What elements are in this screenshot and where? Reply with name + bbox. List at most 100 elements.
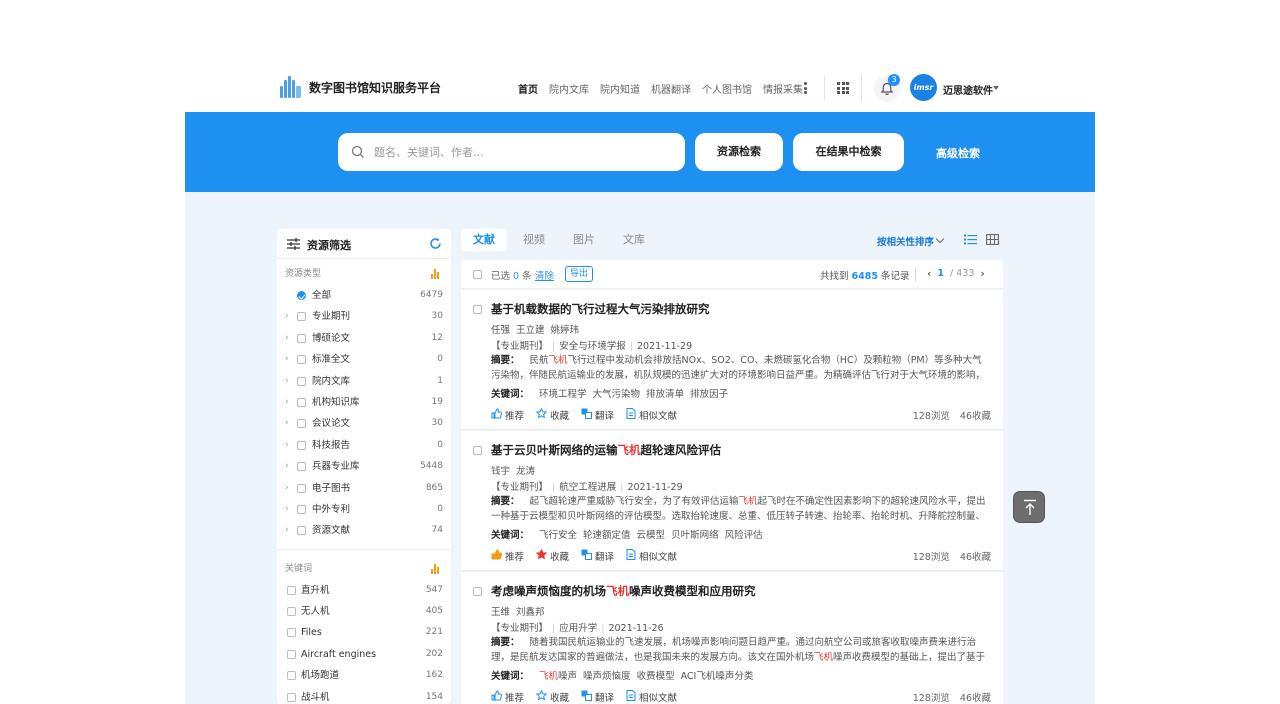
notification-button[interactable]: 3	[874, 74, 900, 102]
clear-selection-link[interactable]: 清除	[535, 268, 554, 282]
chevron-right-icon[interactable]: ›	[285, 456, 289, 477]
chevron-down-icon[interactable]	[993, 86, 999, 90]
similar-docs-button[interactable]: 相似文献	[626, 690, 677, 704]
chevron-right-icon[interactable]: ›	[285, 306, 289, 327]
nav-item-home[interactable]: 首页	[518, 81, 538, 96]
keyword-link[interactable]: 轮速额定值	[583, 530, 631, 541]
keyword-link[interactable]: 排放因子	[690, 389, 728, 400]
translate-button[interactable]: 翻译	[581, 549, 614, 563]
checkbox[interactable]	[287, 607, 296, 617]
checkbox[interactable]	[297, 504, 306, 514]
tab-documents[interactable]: 文献	[461, 229, 507, 251]
checkbox[interactable]	[287, 585, 296, 595]
result-checkbox[interactable]	[473, 446, 482, 455]
journal-name[interactable]: 应用升学	[559, 623, 597, 634]
chevron-right-icon[interactable]: ›	[285, 392, 289, 413]
next-page-icon[interactable]: ›	[980, 267, 984, 280]
bar-chart-icon[interactable]	[431, 269, 441, 279]
favorite-button[interactable]: 收藏	[535, 407, 569, 422]
keyword-link[interactable]: 飞行安全	[539, 530, 577, 541]
chevron-right-icon[interactable]: ›	[285, 478, 289, 499]
result-title[interactable]: 考虑噪声烦恼度的机场飞机噪声收费模型和应用研究	[491, 583, 756, 599]
result-checkbox[interactable]	[473, 587, 482, 596]
checkbox[interactable]	[297, 440, 306, 450]
keyword-link[interactable]: 风险评估	[725, 530, 763, 541]
keyword-link[interactable]: 排放清单	[646, 389, 684, 400]
filter-row[interactable]: › 院内文库 1	[277, 371, 451, 392]
checkbox[interactable]	[297, 333, 306, 343]
filter-row[interactable]: › 电子图书 865	[277, 478, 451, 499]
keyword-filter-row[interactable]: Aircraft engines 202	[277, 644, 451, 665]
resource-search-button[interactable]: 资源检索	[695, 133, 783, 171]
checkbox[interactable]	[297, 419, 306, 429]
keyword-link[interactable]: 噪声烦恼度	[583, 671, 631, 682]
app-grid-icon[interactable]	[837, 82, 849, 94]
tab-images[interactable]: 图片	[561, 229, 607, 251]
chevron-right-icon[interactable]: ›	[285, 413, 289, 434]
checkbox[interactable]	[297, 355, 306, 365]
tab-videos[interactable]: 视频	[511, 229, 557, 251]
avatar[interactable]: imsr	[910, 74, 937, 101]
recommend-button[interactable]: 推荐	[491, 408, 524, 422]
checkbox[interactable]	[287, 649, 296, 659]
journal-name[interactable]: 航空工程进展	[559, 482, 616, 493]
checkbox[interactable]	[297, 526, 306, 536]
translate-button[interactable]: 翻译	[581, 690, 614, 704]
translate-button[interactable]: 翻译	[581, 408, 614, 422]
keyword-filter-row[interactable]: 无人机 405	[277, 601, 451, 622]
chevron-right-icon[interactable]: ›	[285, 328, 289, 349]
search-box[interactable]	[338, 133, 685, 171]
filter-row[interactable]: › 专业期刊 30	[277, 306, 451, 327]
more-menu-icon[interactable]	[800, 80, 810, 96]
chevron-right-icon[interactable]: ›	[285, 499, 289, 520]
nav-item-intel-collection[interactable]: 情报采集	[763, 81, 803, 96]
checkbox[interactable]	[297, 376, 306, 386]
result-title[interactable]: 基于机载数据的飞行过程大气污染排放研究	[491, 301, 710, 317]
filter-row[interactable]: › 标准全文 0	[277, 349, 451, 370]
result-title[interactable]: 基于云贝叶斯网络的运输飞机超轮速风险评估	[491, 442, 721, 458]
checkbox[interactable]	[297, 462, 306, 472]
checkbox[interactable]	[287, 692, 296, 702]
nav-item-institute-qa[interactable]: 院内知道	[600, 81, 640, 96]
recommend-button[interactable]: 推荐	[491, 690, 524, 704]
refresh-icon[interactable]	[429, 237, 442, 250]
keyword-link[interactable]: ACI飞机噪声分类	[681, 671, 754, 682]
keyword-link[interactable]: 收费模型	[637, 671, 675, 682]
journal-name[interactable]: 安全与环境学报	[559, 341, 626, 352]
favorite-button[interactable]: 收藏	[535, 548, 569, 563]
nav-item-personal-library[interactable]: 个人图书馆	[702, 81, 752, 96]
chevron-right-icon[interactable]: ›	[285, 349, 289, 370]
user-name[interactable]: 迈思途软件	[943, 82, 993, 97]
keyword-link[interactable]: 飞机噪声	[539, 671, 577, 682]
filter-row[interactable]: › 资源文献 74	[277, 520, 451, 541]
similar-docs-button[interactable]: 相似文献	[626, 549, 677, 563]
checkbox[interactable]	[287, 628, 296, 638]
filter-row[interactable]: › 博硕论文 12	[277, 328, 451, 349]
back-to-top-button[interactable]	[1013, 491, 1045, 523]
filter-row[interactable]: › 会议论文 30	[277, 413, 451, 434]
keyword-link[interactable]: 贝叶斯网络	[671, 530, 719, 541]
logo[interactable]: 数字图书馆知识服务平台	[280, 76, 441, 98]
keyword-filter-row[interactable]: 战斗机 154	[277, 687, 451, 704]
filter-row[interactable]: › 机构知识库 19	[277, 392, 451, 413]
checkbox[interactable]	[297, 483, 306, 493]
nav-item-institute-library[interactable]: 院内文库	[549, 81, 589, 96]
checkbox[interactable]	[297, 397, 306, 407]
search-within-results-button[interactable]: 在结果中检索	[793, 133, 904, 171]
advanced-search-link[interactable]: 高级检索	[936, 145, 980, 161]
filter-row[interactable]: › 中外专利 0	[277, 499, 451, 520]
chevron-right-icon[interactable]: ›	[285, 520, 289, 541]
export-button[interactable]: 导出	[565, 266, 594, 282]
similar-docs-button[interactable]: 相似文献	[626, 408, 677, 422]
checkbox[interactable]	[287, 671, 296, 681]
keyword-filter-row[interactable]: Files 221	[277, 622, 451, 643]
keyword-link[interactable]: 大气污染物	[593, 389, 641, 400]
bar-chart-icon[interactable]	[431, 563, 441, 574]
keyword-filter-row[interactable]: 机场跑道 162	[277, 665, 451, 686]
search-input[interactable]	[374, 142, 664, 162]
chevron-right-icon[interactable]: ›	[285, 435, 289, 456]
keyword-link[interactable]: 环境工程学	[539, 389, 587, 400]
keyword-filter-row[interactable]: 直升机 547	[277, 580, 451, 601]
filter-row[interactable]: › 科技报告 0	[277, 435, 451, 456]
prev-page-icon[interactable]: ‹	[927, 267, 931, 280]
